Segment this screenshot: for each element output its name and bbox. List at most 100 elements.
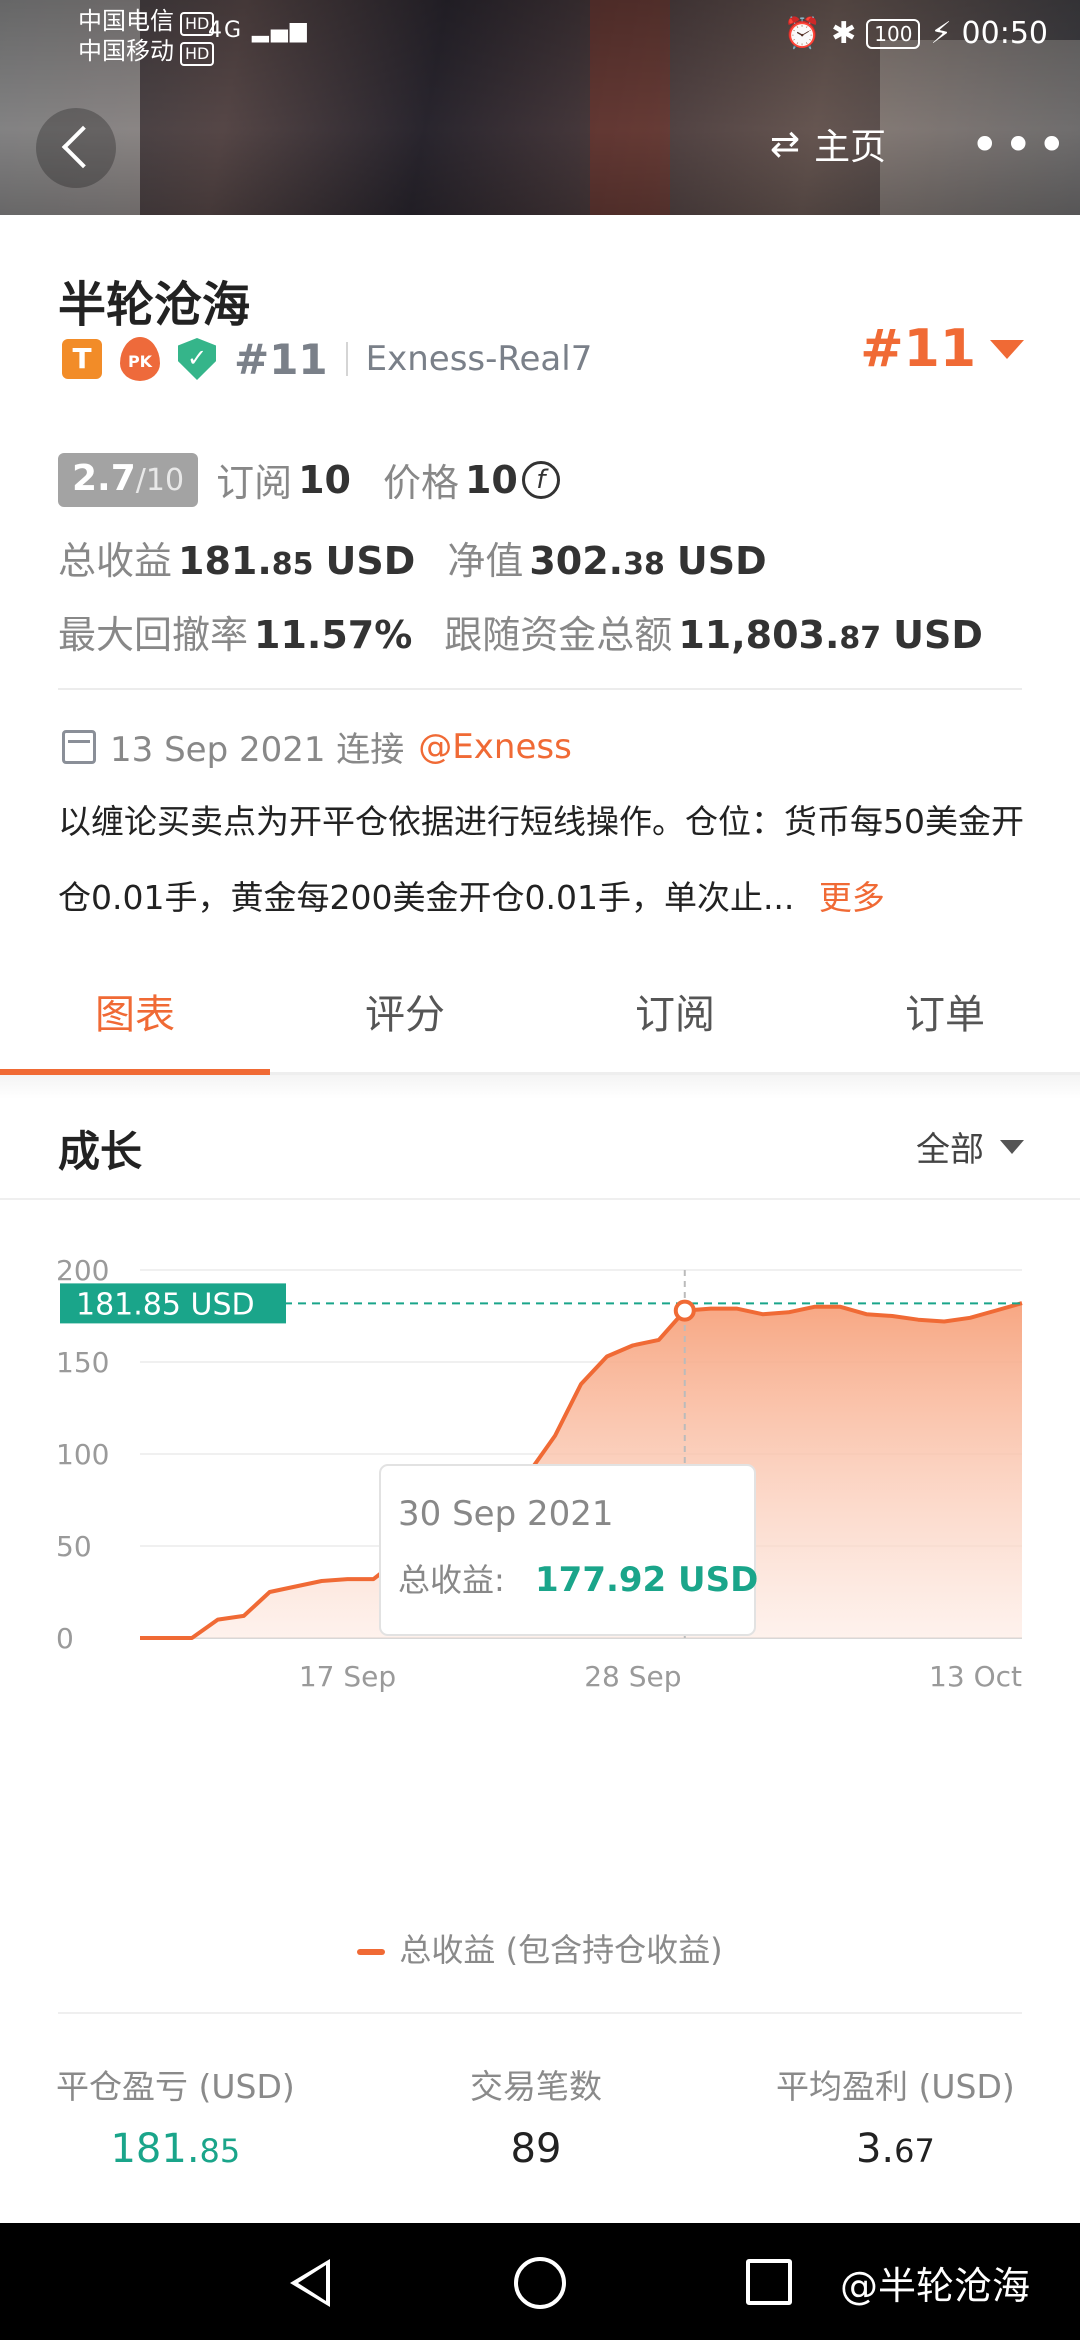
total-profit-int: 181. — [178, 539, 272, 583]
tab-subscribe[interactable]: 订阅 — [540, 960, 810, 1072]
y-tick-label: 150 — [56, 1346, 109, 1379]
system-recents-icon[interactable] — [746, 2259, 792, 2305]
rating-score: 2.7 — [72, 457, 136, 499]
rating-badge[interactable]: 2.7/10 — [58, 452, 199, 507]
avg-profit-value: 3.67 — [776, 2126, 1015, 2172]
total-profit-unit: USD — [325, 539, 416, 583]
charging-icon: ⚡ — [930, 16, 952, 51]
system-home-icon[interactable] — [514, 2257, 566, 2309]
section-title: 成长 — [58, 1127, 143, 1176]
broker-link[interactable]: @Exness — [418, 727, 572, 767]
avg-profit-int: 3. — [855, 2126, 895, 2172]
stat-trades: 交易笔数 89 — [470, 2060, 602, 2172]
carrier-1: 中国电信 — [78, 7, 174, 35]
tab-shadow — [0, 1075, 1080, 1099]
follow-funds-int: 11,803. — [678, 613, 840, 657]
total-profit-label: 总收益 — [58, 539, 173, 583]
pk-flame-icon: PK — [120, 337, 160, 381]
tooltip-point — [673, 1299, 696, 1322]
price-value: 10 — [464, 457, 518, 502]
closed-pnl-int: 181. — [110, 2126, 200, 2172]
t-badge-icon: T — [62, 339, 102, 379]
row-2: 总收益 181.85 USD 净值 302.38 USD — [58, 530, 767, 585]
tab-chart[interactable]: 图表 — [0, 960, 270, 1075]
follow-funds-label: 跟随资金总额 — [444, 613, 673, 657]
alarm-icon: ⏰ — [783, 16, 822, 51]
range-filter-dropdown[interactable]: 全部 — [916, 1122, 1024, 1171]
price-label: 价格 — [382, 461, 459, 505]
tooltip-date: 30 Sep 2021 — [398, 1494, 614, 1534]
stat-avg-profit: 平均盈利 (USD) 3.67 — [776, 2060, 1015, 2172]
current-value-label: 181.85 USD — [76, 1287, 255, 1322]
header-photo: 中国电信 HD 中国移动 HD 4G ▂▄▆ ⏰ ✱ 100 ⚡ 00:50 ⇄ 主… — [0, 0, 1080, 215]
legend-label: 总收益 (包含持仓收益) — [399, 1931, 723, 1969]
clock: 00:50 — [961, 16, 1048, 51]
back-button[interactable] — [36, 108, 116, 188]
equity-unit: USD — [676, 539, 767, 583]
chart-tooltip: 30 Sep 2021 总收益: 177.92 USD — [379, 1464, 758, 1636]
home-button[interactable]: ⇄ 主页 — [770, 118, 886, 170]
row-3: 最大回撤率 11.57% 跟随资金总额 11,803.87 USD — [58, 604, 983, 659]
drawdown-value: 11.57% — [254, 613, 413, 657]
equity-value: 302.38 — [529, 539, 665, 583]
tooltip-label: 总收益: — [398, 1561, 505, 1599]
equity-int: 302. — [529, 539, 624, 583]
x-tick-label: 17 Sep — [299, 1660, 396, 1693]
closed-pnl-label: 平仓盈亏 (USD) — [56, 2067, 295, 2106]
carrier-info: 中国电信 HD 中国移动 HD — [78, 6, 215, 66]
stat-closed-pnl: 平仓盈亏 (USD) 181.85 — [56, 2060, 295, 2172]
bluetooth-icon: ✱ — [831, 16, 857, 51]
equity-label: 净值 — [447, 539, 524, 583]
verified-shield-icon: ✓ — [178, 338, 216, 380]
avg-profit-label: 平均盈利 (USD) — [776, 2067, 1015, 2106]
divider — [58, 688, 1022, 690]
subscribe-count: 10 — [298, 457, 351, 502]
avg-profit-dec: 67 — [894, 2132, 935, 2170]
follow-funds-value: 11,803.87 — [678, 613, 881, 657]
hd-badge: HD — [180, 42, 215, 66]
total-profit-value: 181.85 — [178, 539, 314, 583]
x-tick-label: 28 Sep — [584, 1660, 681, 1693]
rank-dropdown[interactable]: #11 — [860, 319, 1024, 379]
trades-label: 交易笔数 — [470, 2067, 602, 2106]
status-right: ⏰ ✱ 100 ⚡ 00:50 — [784, 16, 1048, 51]
filter-label: 全部 — [916, 1130, 984, 1170]
carrier-2: 中国移动 — [78, 37, 174, 65]
coin-icon: f — [521, 460, 560, 499]
more-menu-button[interactable]: ••• — [970, 120, 1070, 170]
tooltip-value: 177.92 USD — [535, 1560, 758, 1600]
trader-name: 半轮沧海 — [58, 277, 251, 333]
closed-pnl-value: 181.85 — [56, 2126, 295, 2172]
follow-funds-dec: 87 — [839, 621, 882, 656]
growth-header: 成长 全部 — [0, 1100, 1080, 1200]
strategy-description: 以缠论买卖点为开平仓依据进行短线操作。仓位：货币每50美金开仓0.01手，黄金每… — [58, 784, 1048, 936]
swap-icon: ⇄ — [770, 123, 801, 165]
network-type: 4G — [208, 18, 244, 43]
status-bar: 中国电信 HD 中国移动 HD 4G ▂▄▆ ⏰ ✱ 100 ⚡ 00:50 — [0, 0, 1080, 72]
subscribe-label: 订阅 — [216, 461, 293, 505]
equity-dec: 38 — [623, 547, 665, 582]
system-back-icon[interactable] — [290, 2259, 330, 2307]
connection-info: 13 Sep 2021 连接 @Exness — [62, 722, 572, 771]
y-tick-label: 50 — [56, 1530, 92, 1563]
connect-date: 13 Sep 2021 连接 — [110, 730, 405, 770]
watermark: @半轮沧海 — [840, 2264, 1031, 2308]
caret-down-icon — [1000, 1139, 1024, 1154]
drawdown-label: 最大回撤率 — [58, 613, 249, 657]
rank-value: #11 — [860, 319, 976, 379]
more-link[interactable]: 更多 — [819, 878, 885, 917]
caret-down-icon — [990, 339, 1024, 359]
tab-orders[interactable]: 订单 — [810, 960, 1080, 1072]
divider — [58, 2012, 1022, 2014]
follow-funds-unit: USD — [893, 613, 983, 657]
tab-bar: 图表 评分 订阅 订单 — [0, 960, 1080, 1075]
tab-rating[interactable]: 评分 — [270, 960, 540, 1072]
growth-chart[interactable]: 0 50 100 150 200 17 Sep 28 Sep 13 Oct 181.85 U… — [0, 1210, 1080, 1910]
y-tick-label: 0 — [56, 1622, 74, 1655]
x-axis: 17 Sep 28 Sep 13 Oct — [299, 1660, 1022, 1693]
rating-max: /10 — [135, 462, 185, 498]
battery-icon: 100 — [866, 18, 921, 49]
badge-row: T PK ✓ #11 Exness-Real7 — [62, 335, 592, 384]
divider — [345, 342, 348, 376]
stats-row: 平仓盈亏 (USD) 181.85 交易笔数 89 平均盈利 (USD) 3.6… — [0, 2060, 1080, 2172]
